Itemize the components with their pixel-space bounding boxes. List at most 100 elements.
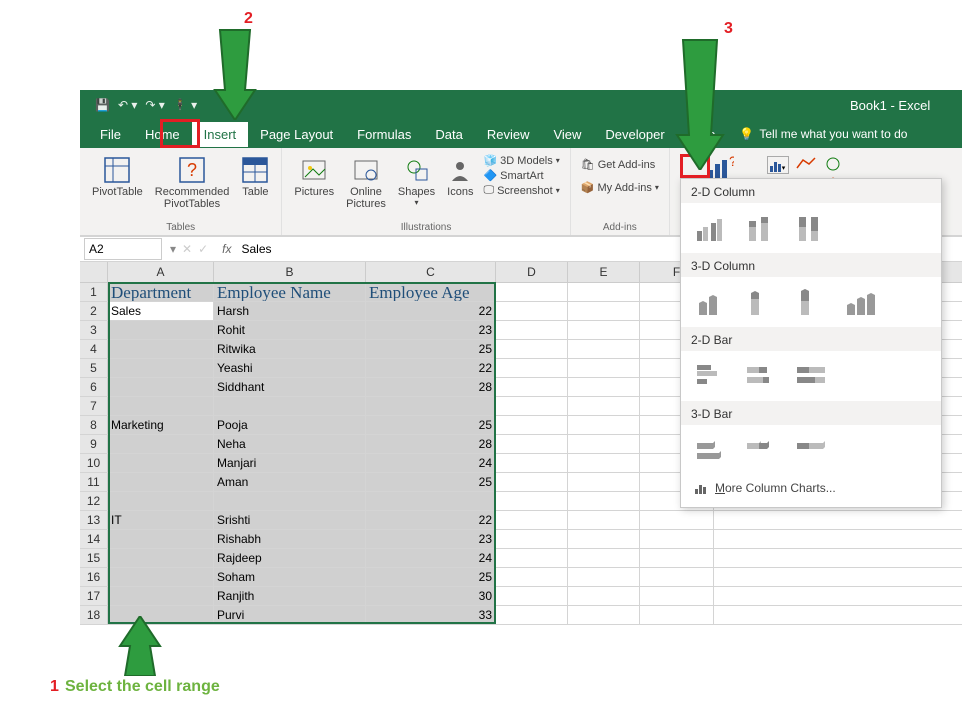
cell-f14[interactable]	[640, 530, 714, 548]
cell-e17[interactable]	[568, 587, 640, 605]
cell-f17[interactable]	[640, 587, 714, 605]
row-header-13[interactable]: 13	[80, 511, 108, 529]
cell-e15[interactable]	[568, 549, 640, 567]
line-chart-button[interactable]	[795, 156, 817, 174]
cell-e10[interactable]	[568, 454, 640, 472]
row-header-6[interactable]: 6	[80, 378, 108, 396]
3d-stacked-bar-icon[interactable]	[745, 435, 781, 465]
undo-icon[interactable]: ↶ ▾	[118, 98, 137, 112]
cell-d5[interactable]	[496, 359, 568, 377]
cell-b9[interactable]: Neha	[214, 435, 366, 453]
cell-e6[interactable]	[568, 378, 640, 396]
row-header-16[interactable]: 16	[80, 568, 108, 586]
cell-b15[interactable]: Rajdeep	[214, 549, 366, 567]
cell-e3[interactable]	[568, 321, 640, 339]
row-header-4[interactable]: 4	[80, 340, 108, 358]
cell-a11[interactable]	[108, 473, 214, 491]
cell-b13[interactable]: Srishti	[214, 511, 366, 529]
cell-b2[interactable]: Harsh	[214, 302, 366, 320]
pictures-button[interactable]: Pictures	[288, 152, 340, 200]
cell-b3[interactable]: Rohit	[214, 321, 366, 339]
pivot-table-button[interactable]: PivotTable	[86, 152, 149, 200]
cell-d4[interactable]	[496, 340, 568, 358]
cell-a16[interactable]	[108, 568, 214, 586]
cell-f13[interactable]	[640, 511, 714, 529]
cell-e12[interactable]	[568, 492, 640, 510]
cell-d13[interactable]	[496, 511, 568, 529]
cell-f16[interactable]	[640, 568, 714, 586]
map-chart-button[interactable]	[823, 156, 845, 174]
cell-d15[interactable]	[496, 549, 568, 567]
tab-data[interactable]: Data	[423, 122, 474, 147]
tab-view[interactable]: View	[541, 122, 593, 147]
3d-100-stacked-bar-icon[interactable]	[795, 435, 831, 465]
cell-d18[interactable]	[496, 606, 568, 624]
cell-c8[interactable]: 25	[366, 416, 496, 434]
cell-b18[interactable]: Purvi	[214, 606, 366, 624]
100-stacked-bar-chart-icon[interactable]	[795, 361, 831, 391]
cell-b6[interactable]: Siddhant	[214, 378, 366, 396]
cell-e8[interactable]	[568, 416, 640, 434]
cell-e13[interactable]	[568, 511, 640, 529]
col-header-d[interactable]: D	[496, 262, 568, 282]
3d-stacked-column-icon[interactable]	[745, 287, 781, 317]
icons-button[interactable]: Icons	[441, 152, 479, 200]
100-stacked-column-chart-icon[interactable]	[795, 213, 831, 243]
cell-d10[interactable]	[496, 454, 568, 472]
cell-c18[interactable]: 33	[366, 606, 496, 624]
cell-a12[interactable]	[108, 492, 214, 510]
cell-b16[interactable]: Soham	[214, 568, 366, 586]
cell-c13[interactable]: 22	[366, 511, 496, 529]
shapes-button[interactable]: Shapes▾	[392, 152, 441, 209]
cell-d14[interactable]	[496, 530, 568, 548]
redo-icon[interactable]: ↷ ▾	[145, 98, 164, 112]
cell-d12[interactable]	[496, 492, 568, 510]
cell-d17[interactable]	[496, 587, 568, 605]
3d-100-stacked-column-icon[interactable]	[795, 287, 831, 317]
row-header-8[interactable]: 8	[80, 416, 108, 434]
cell-a5[interactable]	[108, 359, 214, 377]
cell-e7[interactable]	[568, 397, 640, 415]
clustered-column-chart-icon[interactable]	[695, 213, 731, 243]
row-header-9[interactable]: 9	[80, 435, 108, 453]
cell-c15[interactable]: 24	[366, 549, 496, 567]
cell-c2[interactable]: 22	[366, 302, 496, 320]
row-header-12[interactable]: 12	[80, 492, 108, 510]
cell-a17[interactable]	[108, 587, 214, 605]
cell-c11[interactable]: 25	[366, 473, 496, 491]
column-chart-button[interactable]: ▾	[767, 156, 789, 174]
cell-b11[interactable]: Aman	[214, 473, 366, 491]
cell-a15[interactable]	[108, 549, 214, 567]
cell-e1[interactable]	[568, 283, 640, 301]
stacked-bar-chart-icon[interactable]	[745, 361, 781, 391]
get-addins-button[interactable]: 🛍Get Add-ins	[581, 158, 659, 171]
cancel-formula-icon[interactable]: ✕	[182, 242, 192, 256]
cell-a3[interactable]	[108, 321, 214, 339]
cell-a14[interactable]	[108, 530, 214, 548]
my-addins-button[interactable]: 📦My Add-ins ▾	[581, 181, 659, 194]
cell-e14[interactable]	[568, 530, 640, 548]
cell-c14[interactable]: 23	[366, 530, 496, 548]
cell-c7[interactable]	[366, 397, 496, 415]
table-button[interactable]: Table	[235, 152, 275, 200]
col-header-b[interactable]: B	[214, 262, 366, 282]
cell-e4[interactable]	[568, 340, 640, 358]
col-header-c[interactable]: C	[366, 262, 496, 282]
stacked-column-chart-icon[interactable]	[745, 213, 781, 243]
cell-b10[interactable]: Manjari	[214, 454, 366, 472]
cell-d3[interactable]	[496, 321, 568, 339]
cell-a10[interactable]	[108, 454, 214, 472]
cell-a6[interactable]	[108, 378, 214, 396]
row-header-5[interactable]: 5	[80, 359, 108, 377]
cell-e9[interactable]	[568, 435, 640, 453]
cell-d16[interactable]	[496, 568, 568, 586]
cell-e16[interactable]	[568, 568, 640, 586]
row-header-1[interactable]: 1	[80, 283, 108, 301]
cell-e2[interactable]	[568, 302, 640, 320]
cell-b1[interactable]: Employee Name	[214, 283, 366, 301]
online-pictures-button[interactable]: Online Pictures	[340, 152, 392, 212]
cell-b12[interactable]	[214, 492, 366, 510]
namebox-dropdown-icon[interactable]: ▾	[170, 242, 176, 256]
cell-d1[interactable]	[496, 283, 568, 301]
clustered-bar-chart-icon[interactable]	[695, 361, 731, 391]
